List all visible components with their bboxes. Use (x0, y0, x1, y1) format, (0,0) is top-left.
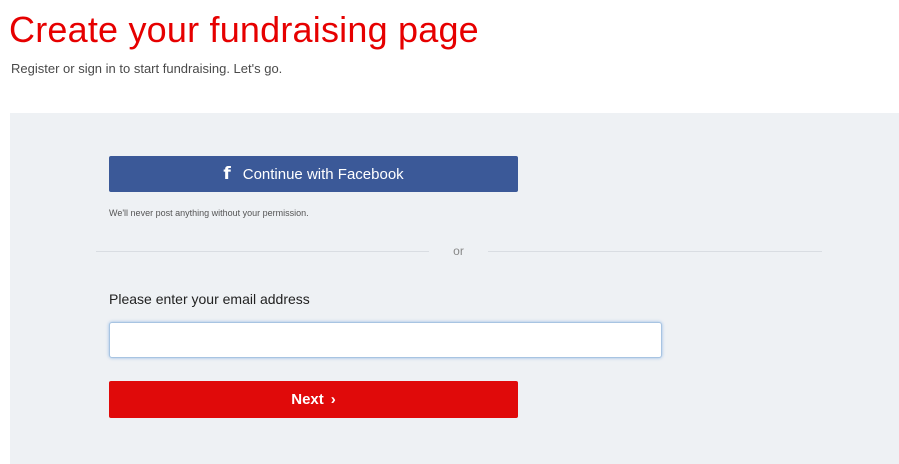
next-button-label: Next (291, 391, 324, 408)
divider-line-left (96, 251, 429, 252)
facebook-icon: f (223, 163, 231, 184)
page-subtitle: Register or sign in to start fundraising… (11, 61, 283, 76)
email-field[interactable] (109, 322, 662, 358)
next-button[interactable]: Next › (109, 381, 518, 418)
email-label: Please enter your email address (109, 291, 310, 307)
or-divider: or (96, 243, 822, 259)
divider-line-right (488, 251, 822, 252)
chevron-right-icon: › (330, 391, 336, 408)
sign-in-panel: f Continue with Facebook We'll never pos… (10, 113, 899, 464)
divider-text: or (453, 244, 464, 258)
facebook-permission-note: We'll never post anything without your p… (109, 208, 309, 218)
page-title: Create your fundraising page (9, 9, 479, 50)
continue-with-facebook-button[interactable]: f Continue with Facebook (109, 156, 518, 192)
page: Create your fundraising page Register or… (0, 0, 899, 464)
facebook-button-label: Continue with Facebook (242, 165, 404, 183)
